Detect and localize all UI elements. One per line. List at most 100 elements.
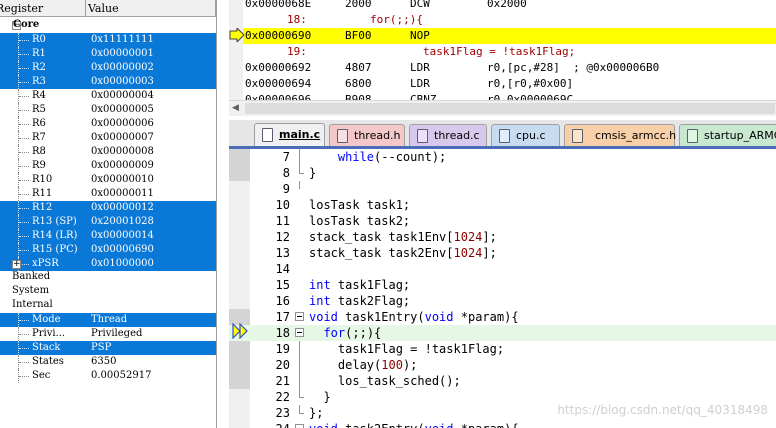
register-row[interactable]: Stack PSP [0,341,216,355]
disassembly-instruction[interactable]: 0x00000690 BF00 NOP [243,28,776,44]
instruction-address: 0x00000694 [245,77,312,90]
register-value: Thread [91,314,128,325]
fold-line [299,165,300,173]
register-row[interactable]: R10 0x00000010 [0,173,216,187]
fold-collapse-icon[interactable] [295,325,305,341]
code-line[interactable]: 12 stack_task task1Env[1024]; [229,229,776,245]
group-system[interactable]: System [12,284,49,298]
register-row[interactable]: States 6350 [0,355,216,369]
register-name: Stack [32,342,61,353]
code-line[interactable]: 24 void task2Entry(void *param){ [229,421,776,428]
code-line[interactable]: 9 [229,181,776,197]
register-name: R12 [32,202,53,213]
fold-collapse-icon[interactable] [295,421,305,428]
disassembly-horizontal-scrollbar[interactable]: ◀ [229,100,776,116]
tab-thread-c[interactable]: thread.c [409,124,487,146]
core-group-label[interactable]: Core [13,18,39,32]
instruction-address: 0x00000696 [245,93,312,100]
register-row[interactable]: R13 (SP) 0x20001028 [0,215,216,229]
tab-cmsis-armcc-h[interactable]: cmsis_armcc.h [564,124,677,146]
column-header-register[interactable]: Register [0,0,86,17]
register-row[interactable]: R12 0x00000012 [0,201,216,215]
disassembly-instruction[interactable]: 0x00000696 B908 CBNZ r0,0x0000069C [243,92,776,100]
column-header-value[interactable]: Value [86,0,216,17]
register-row[interactable]: R5 0x00000005 [0,103,216,117]
fold-guide [295,373,305,389]
line-number: 13 [275,246,290,260]
code-line[interactable]: 11 losTask task2; [229,213,776,229]
instruction-operands: r0,[r0,#0x00] [487,77,574,90]
register-row[interactable]: Privi... Privileged [0,327,216,341]
register-row[interactable]: R0 0x11111111 [0,33,216,47]
register-name: Mode [32,314,61,325]
register-row[interactable]: xPSR 0x01000000 [0,257,216,271]
group-banked[interactable]: Banked [12,270,50,284]
code-line[interactable]: 15 int task1Flag; [229,277,776,293]
register-row[interactable]: R15 (PC) 0x00000690 [0,243,216,257]
register-row[interactable]: R11 0x00000011 [0,187,216,201]
tab-cpu-c[interactable]: cpu.c [491,124,560,146]
disassembly-gutter[interactable] [229,0,243,100]
tab-label: startup_ARMC [704,129,776,142]
tree-connector [18,243,30,257]
register-value: 0x01000000 [91,258,154,269]
current-line-arrow-icon [232,323,248,339]
code-line[interactable]: 16 int task2Flag; [229,293,776,309]
register-name: Sec [32,370,51,381]
register-row[interactable]: Sec 0.00052917 [0,369,216,383]
code-line[interactable]: 14 [229,261,776,277]
disassembly-instruction[interactable]: 0x00000692 4807 LDR r0,[pc,#28] ; @0x000006… [243,60,776,76]
fold-line [299,357,300,373]
scrollbar-thumb[interactable] [245,103,775,114]
xpsr-expand-icon[interactable]: + [12,260,21,269]
code-line[interactable]: 19 task1Flag = !task1Flag; [229,341,776,357]
register-value: 0.00052917 [91,370,152,381]
code-token: task2Flag; [330,294,411,308]
tab-startup-armc[interactable]: startup_ARMC [679,124,776,146]
register-row[interactable]: R3 0x00000003 [0,75,216,89]
register-row[interactable]: R7 0x00000007 [0,131,216,145]
disassembly-source-line[interactable]: 19: task1Flag = !task1Flag; [243,44,776,60]
disassembly-source-line[interactable]: 18: for(;;){ [243,12,776,28]
code-line[interactable]: 21 los_task_sched(); [229,373,776,389]
register-row[interactable]: Mode Thread [0,313,216,327]
code-line[interactable]: 13 stack_task task2Env[1024]; [229,245,776,261]
line-number: 24 [250,421,290,428]
number-token: 1024 [453,230,483,244]
code-line[interactable]: 17 void task1Entry(void *param){ [229,309,776,325]
code-line[interactable]: 7 while(--count); [229,149,776,165]
tree-connector [18,89,30,103]
register-row[interactable]: R8 0x00000008 [0,145,216,159]
instruction-opcode: 6800 [345,77,372,90]
register-row[interactable]: R9 0x00000009 [0,159,216,173]
code-token: task1Flag = !task1Flag; [309,342,505,356]
register-row[interactable]: R4 0x00000004 [0,89,216,103]
code-line[interactable]: 10 losTask task1; [229,197,776,213]
register-name: R10 [32,174,53,185]
tree-connector [18,369,30,383]
register-row[interactable]: R2 0x00000002 [0,61,216,75]
tab-main-c[interactable]: main.c [254,123,325,146]
code-token: delay( [309,358,382,372]
code-editor[interactable]: 7 while(--count); 8} 9 10 losTask task1; 11 lo… [229,149,776,428]
register-name: xPSR [32,258,59,269]
register-value: 0x00000004 [91,90,154,101]
instruction-address: 0x00000690 [245,29,312,42]
register-row[interactable]: R14 (LR) 0x00000014 [0,229,216,243]
scroll-left-arrow-icon[interactable]: ◀ [232,103,239,113]
register-name: R14 (LR) [32,230,78,241]
tab-thread-h[interactable]: thread.h [329,124,405,146]
code-line[interactable]: 18 for(;;){ [229,325,776,341]
group-internal[interactable]: Internal [12,298,53,312]
registers-panel: Register Value − Core R0 0x11111111 R1 0x00… [0,0,217,428]
tab-label: cmsis_armcc.h [595,129,677,142]
register-row[interactable]: R1 0x00000001 [0,47,216,61]
disassembly-instruction[interactable]: 0x0000068E 2000 DCW 0x2000 [243,0,776,12]
disassembly-instruction[interactable]: 0x00000694 6800 LDR r0,[r0,#0x00] [243,76,776,92]
fold-guide [295,181,305,197]
register-row[interactable]: R6 0x00000006 [0,117,216,131]
code-line[interactable]: 8} [229,165,776,181]
fold-collapse-icon[interactable] [295,309,305,325]
code-line[interactable]: 20 delay(100); [229,357,776,373]
register-value: 0x00000011 [91,188,154,199]
